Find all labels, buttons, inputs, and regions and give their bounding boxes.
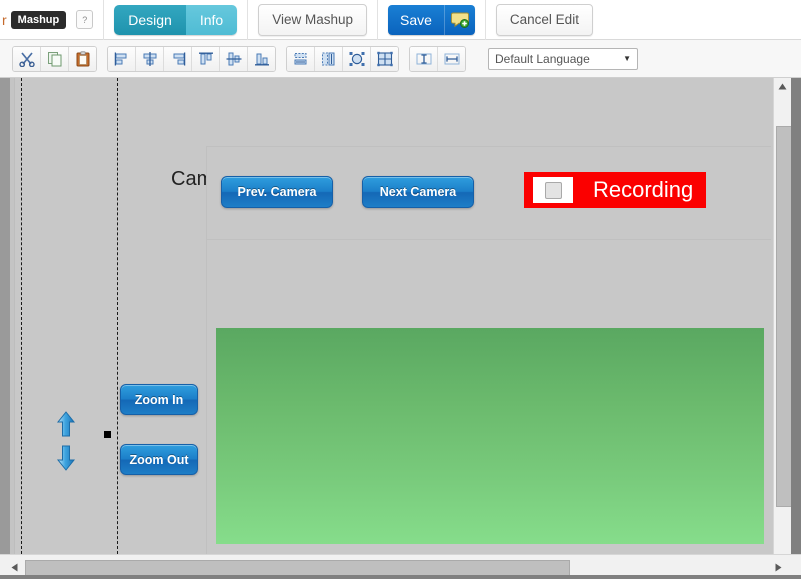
speech-bubble-plus-icon bbox=[443, 4, 475, 35]
recording-checkbox-wrap[interactable] bbox=[533, 177, 573, 203]
recording-checkbox[interactable] bbox=[544, 181, 562, 199]
toolbar-group-distribute bbox=[286, 45, 399, 72]
prev-camera-button[interactable]: Prev. Camera bbox=[221, 176, 333, 208]
next-camera-button[interactable]: Next Camera bbox=[362, 176, 474, 208]
mashup-page: Camera: East lobby stairwell Prev. Camer… bbox=[118, 78, 771, 554]
canvas-guide-handle[interactable] bbox=[104, 431, 111, 438]
canvas-left-strip bbox=[0, 78, 10, 554]
toolbar-group-align bbox=[107, 45, 276, 72]
vertical-scroll-thumb[interactable] bbox=[776, 126, 792, 507]
scroll-left-arrow[interactable] bbox=[6, 559, 23, 576]
view-mashup-button[interactable]: View Mashup bbox=[258, 3, 367, 36]
language-select[interactable]: Default Language ▼ bbox=[488, 47, 638, 70]
mashup-editor-window: r Mashup ? Design Info View Mashup Save … bbox=[0, 0, 801, 579]
toolbar-divider-3 bbox=[484, 0, 486, 40]
align-left-icon[interactable] bbox=[108, 46, 136, 71]
copy-icon[interactable] bbox=[41, 46, 69, 71]
top-bar: r Mashup ? Design Info View Mashup Save … bbox=[0, 0, 801, 40]
arrow-up-icon[interactable] bbox=[55, 411, 77, 437]
tab-design[interactable]: Design bbox=[114, 4, 186, 35]
toolbar-group-clipboard bbox=[12, 45, 97, 72]
panel-separator-top bbox=[207, 146, 771, 147]
zoom-out-button[interactable]: Zoom Out bbox=[120, 444, 198, 475]
save-button[interactable]: Save bbox=[387, 4, 475, 35]
language-select-value: Default Language bbox=[495, 51, 590, 66]
window-right-edge bbox=[791, 78, 801, 554]
vertical-scrollbar[interactable] bbox=[773, 78, 792, 554]
editor-toolbar: Default Language ▼ bbox=[0, 40, 801, 78]
design-canvas[interactable]: Camera: East lobby stairwell Prev. Camer… bbox=[0, 78, 801, 554]
recording-label: Recording bbox=[593, 177, 694, 202]
grid-icon[interactable] bbox=[371, 46, 398, 71]
fit-to-content-icon[interactable] bbox=[343, 46, 371, 71]
arrow-down-icon[interactable] bbox=[55, 445, 77, 471]
align-center-horizontal-icon[interactable] bbox=[136, 46, 164, 71]
cancel-edit-button[interactable]: Cancel Edit bbox=[495, 3, 593, 36]
scroll-right-arrow[interactable] bbox=[770, 559, 787, 576]
camera-control-panel: Prev. Camera Next Camera Recording Pan L… bbox=[206, 146, 771, 554]
panel-separator-mid bbox=[207, 239, 771, 240]
align-right-icon[interactable] bbox=[164, 46, 192, 71]
save-button-label: Save bbox=[399, 11, 432, 28]
scroll-up-arrow[interactable] bbox=[774, 78, 791, 95]
paste-icon[interactable] bbox=[69, 46, 96, 71]
distribute-vertical-icon[interactable] bbox=[315, 46, 343, 71]
window-bottom-edge bbox=[0, 575, 801, 579]
cut-icon[interactable] bbox=[13, 46, 41, 71]
toolbar-group-size bbox=[409, 45, 466, 72]
help-button[interactable]: ? bbox=[76, 10, 94, 29]
mode-tabs: Design Info bbox=[114, 4, 238, 35]
toolbar-divider-1 bbox=[247, 0, 249, 40]
brand-area: r Mashup ? bbox=[0, 0, 105, 40]
align-bottom-icon[interactable] bbox=[248, 46, 275, 71]
same-height-icon[interactable] bbox=[410, 46, 438, 71]
margin-arrows bbox=[55, 411, 77, 471]
tab-info[interactable]: Info bbox=[185, 4, 238, 35]
zoom-in-button[interactable]: Zoom In bbox=[120, 384, 198, 415]
canvas-guide-outer bbox=[21, 78, 22, 554]
align-top-icon[interactable] bbox=[192, 46, 220, 71]
distribute-horizontal-icon[interactable] bbox=[287, 46, 315, 71]
app-badge: Mashup bbox=[10, 10, 67, 29]
chevron-down-icon: ▼ bbox=[623, 54, 631, 63]
same-width-icon[interactable] bbox=[438, 46, 465, 71]
align-middle-vertical-icon[interactable] bbox=[220, 46, 248, 71]
recording-indicator[interactable]: Recording bbox=[524, 172, 706, 208]
toolbar-divider-2 bbox=[376, 0, 378, 40]
edge-letter: r bbox=[2, 11, 7, 28]
video-preview[interactable] bbox=[216, 328, 764, 544]
